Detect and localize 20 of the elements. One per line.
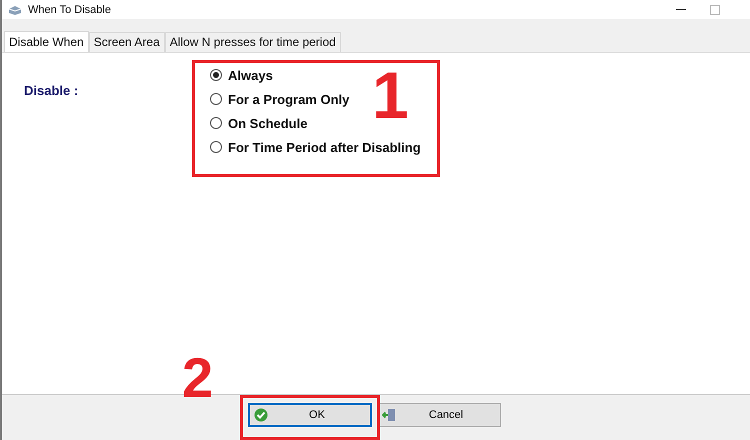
radio-button[interactable] xyxy=(210,69,222,81)
app-icon xyxy=(8,4,22,16)
cancel-button[interactable]: Cancel xyxy=(377,403,501,427)
check-icon xyxy=(254,408,268,422)
tab[interactable]: Allow N presses for time period xyxy=(164,32,341,52)
ok-button[interactable]: OK xyxy=(248,403,372,427)
tab[interactable]: Screen Area xyxy=(88,32,165,52)
disable-label: Disable : xyxy=(24,83,78,98)
radio-button[interactable] xyxy=(210,117,222,129)
window-title: When To Disable xyxy=(28,4,111,16)
radio-button[interactable] xyxy=(210,93,222,105)
option-label[interactable]: For a Program Only xyxy=(228,92,350,106)
step-number: 1 xyxy=(372,62,409,128)
exit-door-icon xyxy=(382,408,396,422)
radio-button[interactable] xyxy=(210,141,222,153)
tab[interactable]: Disable When xyxy=(4,31,89,52)
step-number: 2 xyxy=(182,350,214,406)
option-label[interactable]: On Schedule xyxy=(228,116,308,130)
option-label[interactable]: For Time Period after Disabling xyxy=(228,140,421,154)
option-label[interactable]: Always xyxy=(228,68,273,82)
